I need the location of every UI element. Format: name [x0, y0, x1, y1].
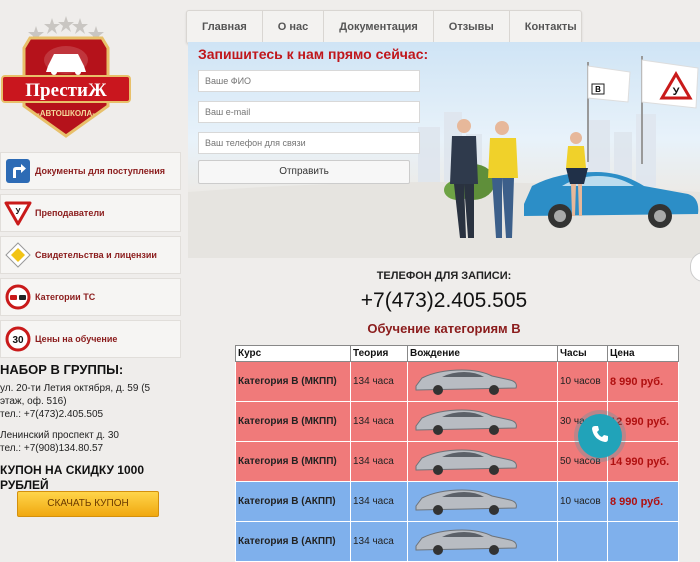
course-cell: Категория В (АКПП) [235, 521, 351, 562]
submit-button[interactable]: Отправить [198, 160, 410, 184]
nav-contacts[interactable]: Контакты [510, 11, 592, 43]
sidebar-item-label: Свидетельства и лицензии [35, 250, 157, 260]
nav-home[interactable]: Главная [187, 11, 263, 43]
address-1-line1: ул. 20-ти Летия октября, д. 59 (5 [0, 383, 151, 394]
hours-cell: 10 часов [557, 481, 608, 522]
theory-cell: 134 часа [350, 361, 408, 402]
email-input[interactable] [198, 101, 420, 123]
speed-limit-text: 30 [12, 335, 24, 346]
no-overtaking-icon [1, 284, 35, 310]
sign-y-text: У [673, 86, 680, 98]
download-coupon-button[interactable]: СКАЧАТЬ КУПОН [17, 491, 159, 517]
table-row: Категория В (АКПП) 134 часа [235, 521, 679, 562]
car-icon [410, 529, 520, 559]
logo-subtitle: -АВТОШКОЛА- [37, 109, 95, 118]
address-2-phone: тел.: +7(908)134.80.57 [0, 443, 104, 454]
table-row: Категория В (МКПП) 134 часа 10 часов 8 990 … [235, 361, 679, 402]
sidebar-item-label: Цены на обучение [35, 334, 118, 344]
address-2-line1: Ленинский проспект д. 30 [0, 430, 119, 441]
header-price: Цена [607, 345, 679, 362]
phone-number[interactable]: +7(473)2.405.505 [188, 289, 700, 313]
driving-cell [407, 441, 558, 482]
price-cell: 8 990 руб. [607, 361, 679, 402]
theory-cell: 134 часа [350, 441, 408, 482]
hero-title: Запишитесь к нам прямо сейчас: [198, 46, 429, 62]
course-cell: Категория В (МКПП) [235, 401, 351, 442]
sidebar-item-licenses[interactable]: Свидетельства и лицензии [0, 236, 181, 274]
sidebar-item-teachers[interactable]: У Преподаватели [0, 194, 181, 232]
header-driving: Вождение [407, 345, 558, 362]
car-icon [410, 449, 520, 479]
sidebar-item-prices[interactable]: 30 Цены на обучение [0, 320, 181, 358]
hours-cell [557, 521, 608, 562]
name-input[interactable] [198, 70, 420, 92]
arrow-turn-icon [1, 158, 35, 184]
address-1-phone: тел.: +7(473)2.405.505 [0, 409, 104, 420]
hours-cell: 10 часов [557, 361, 608, 402]
theory-cell: 134 часа [350, 521, 408, 562]
header-theory: Теория [350, 345, 408, 362]
header-course: Курс [235, 345, 351, 362]
phone-input[interactable] [198, 132, 420, 154]
course-cell: Категория В (АКПП) [235, 481, 351, 522]
nav-reviews[interactable]: Отзывы [434, 11, 510, 43]
driving-cell [407, 361, 558, 402]
group-title: НАБОР В ГРУППЫ: [0, 362, 124, 377]
coupon-title: КУПОН НА СКИДКУ 1000 РУБЛЕЙ [0, 463, 144, 492]
course-cell: Категория В (МКПП) [235, 361, 351, 402]
sidebar-item-label: Преподаватели [35, 208, 105, 218]
phone-label: ТЕЛЕФОН ДЛЯ ЗАПИСИ: [376, 270, 512, 282]
phone-icon [590, 424, 610, 449]
nav-documents[interactable]: Документация [324, 11, 434, 43]
table-row: Категория В (АКПП) 134 часа 10 часов 8 990 … [235, 481, 679, 522]
sidebar-item-documents[interactable]: Документы для поступления [0, 152, 181, 190]
sign-b-text: В [595, 85, 601, 94]
speed-limit-icon: 30 [1, 326, 35, 352]
driving-cell [407, 481, 558, 522]
header-hours: Часы [557, 345, 608, 362]
sidebar-item-label: Категории ТС [35, 292, 96, 302]
training-title: Обучение категориям В [367, 321, 521, 336]
call-button[interactable] [578, 414, 622, 458]
price-cell: 8 990 руб. [607, 481, 679, 522]
sidebar-item-categories[interactable]: Категории ТС [0, 278, 181, 316]
car-icon [410, 369, 520, 399]
table-header-row: Курс Теория Вождение Часы Цена [235, 345, 679, 362]
driving-cell [407, 521, 558, 562]
course-cell: Категория В (МКПП) [235, 441, 351, 482]
priority-road-icon [1, 242, 35, 268]
logo-text: ПрестиЖ [25, 80, 107, 101]
theory-cell: 134 часа [350, 401, 408, 442]
car-icon [410, 489, 520, 519]
main-nav: Главная О нас Документация Отзывы Контак… [186, 10, 582, 44]
logo[interactable]: ПрестиЖ -АВТОШКОЛА- [0, 8, 132, 140]
theory-cell: 134 часа [350, 481, 408, 522]
driving-cell [407, 401, 558, 442]
nav-about[interactable]: О нас [263, 11, 325, 43]
sidebar-item-label: Документы для поступления [35, 166, 166, 176]
car-icon [410, 409, 520, 439]
price-cell [607, 521, 679, 562]
teacher-sign-icon: У [1, 200, 35, 226]
address-1-line2: этаж, оф. 516) [0, 396, 67, 407]
